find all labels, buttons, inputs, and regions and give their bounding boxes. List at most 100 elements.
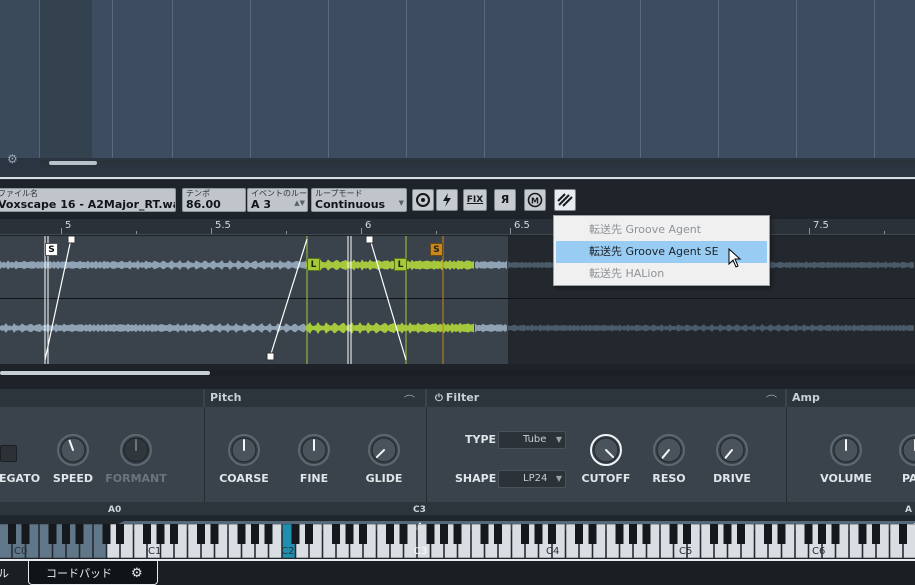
audition-button[interactable] (412, 189, 434, 211)
reverse-button[interactable]: Я (494, 189, 516, 211)
black-key[interactable] (291, 524, 300, 544)
arranger-scroll-thumb[interactable] (49, 161, 97, 165)
black-key[interactable] (332, 524, 340, 544)
black-key[interactable] (453, 524, 462, 544)
black-key[interactable] (899, 524, 907, 544)
black-key[interactable] (251, 524, 259, 544)
event-root-field[interactable]: イベントのルート A 3 ▲▼ (247, 188, 308, 212)
waveform-scroll-thumb[interactable] (0, 371, 210, 375)
black-key[interactable] (575, 524, 583, 544)
black-key[interactable] (480, 524, 489, 544)
black-key[interactable] (723, 524, 732, 544)
black-key[interactable] (156, 524, 165, 544)
black-key[interactable] (197, 524, 205, 544)
black-key[interactable] (48, 524, 57, 544)
time-ruler[interactable]: 5 5.5 6 6.5 7 7.5 (0, 219, 915, 235)
legato-toggle[interactable] (0, 445, 17, 462)
tab-sampler[interactable]: ル (0, 563, 9, 585)
black-key[interactable] (426, 524, 435, 544)
black-key[interactable] (548, 524, 556, 544)
filter-shape-select[interactable]: LP24 ▼ (498, 470, 566, 488)
black-key[interactable] (102, 524, 111, 544)
start-marker[interactable]: S (45, 243, 58, 256)
file-name-field[interactable]: ファイル名 Voxscape 16 - A2Major_RT.wav (0, 188, 176, 212)
black-key[interactable] (62, 524, 70, 544)
fade-handle[interactable] (67, 236, 76, 244)
black-key[interactable] (399, 524, 408, 544)
tab-chord-pad[interactable]: コードパッド (46, 563, 112, 585)
piano-keyboard[interactable]: C0 C1 C2 C3 C4 C5 C6 (0, 524, 915, 558)
fade-handle[interactable] (365, 236, 374, 244)
black-key[interactable] (237, 524, 246, 544)
gear-icon[interactable]: ⚙ (131, 563, 143, 585)
black-key[interactable] (831, 524, 840, 544)
musical-mode-button[interactable]: M (524, 189, 546, 211)
black-key[interactable] (629, 524, 637, 544)
black-key[interactable] (75, 524, 84, 544)
fade-curve[interactable] (269, 238, 308, 358)
black-key[interactable] (818, 524, 826, 544)
black-key[interactable] (534, 524, 543, 544)
fade-curve[interactable] (44, 238, 72, 361)
black-key[interactable] (210, 524, 219, 544)
black-key[interactable] (521, 524, 529, 544)
black-key[interactable] (737, 524, 745, 544)
range-mid-label: C3 (413, 505, 426, 515)
black-key[interactable] (710, 524, 718, 544)
black-key[interactable] (116, 524, 124, 544)
fix-button[interactable]: FIX (463, 189, 487, 211)
black-key[interactable] (858, 524, 867, 544)
key-range-strip[interactable] (0, 515, 915, 530)
spin-arrows-icon[interactable]: ▲▼ (294, 199, 305, 207)
fade-handle[interactable] (266, 352, 275, 361)
black-key[interactable] (440, 524, 448, 544)
chevron-down-icon[interactable]: ▼ (399, 199, 404, 207)
black-key[interactable] (494, 524, 502, 544)
black-key[interactable] (872, 524, 880, 544)
pan-knob[interactable] (898, 433, 915, 467)
black-key[interactable] (683, 524, 691, 544)
loop-start-marker[interactable]: L (394, 258, 407, 271)
black-key[interactable] (170, 524, 178, 544)
black-key[interactable] (386, 524, 394, 544)
black-key[interactable] (588, 524, 597, 544)
power-icon[interactable]: ⏻ (435, 393, 443, 404)
coarse-knob[interactable] (227, 433, 261, 467)
warp-button[interactable] (436, 189, 458, 211)
black-key[interactable] (669, 524, 678, 544)
black-key[interactable] (264, 524, 273, 544)
fine-knob[interactable] (297, 433, 331, 467)
glide-knob[interactable] (367, 433, 401, 467)
volume-knob[interactable] (829, 433, 863, 467)
black-key[interactable] (804, 524, 813, 544)
reso-knob[interactable] (652, 433, 686, 467)
transfer-button[interactable] (554, 189, 576, 211)
loop-start-marker[interactable]: L (307, 258, 320, 271)
arranger-grid[interactable] (92, 0, 915, 158)
end-marker[interactable]: S (430, 243, 443, 256)
formant-knob[interactable] (119, 433, 153, 467)
black-key[interactable] (359, 524, 367, 544)
zone-divider[interactable] (0, 177, 915, 179)
menu-item-groove-agent[interactable]: 転送先 Groove Agent (556, 219, 767, 241)
waveform-display[interactable]: S S L L (0, 236, 915, 364)
black-key[interactable] (777, 524, 786, 544)
drive-knob[interactable] (715, 433, 749, 467)
speed-knob[interactable] (56, 433, 90, 467)
pitch-envelope-icon[interactable]: ⌒ (404, 392, 415, 408)
black-key[interactable] (345, 524, 354, 544)
loop-mode-field[interactable]: ループモード Continuous ▼ (311, 188, 407, 212)
black-key[interactable] (642, 524, 651, 544)
black-key[interactable] (21, 524, 30, 544)
black-key[interactable] (615, 524, 624, 544)
filter-envelope-icon[interactable]: ⌒ (766, 392, 777, 408)
black-key[interactable] (143, 524, 151, 544)
black-key[interactable] (764, 524, 772, 544)
black-key[interactable] (305, 524, 313, 544)
filter-type-select[interactable]: Tube ▼ (498, 431, 566, 449)
gear-icon[interactable]: ⚙ (7, 152, 21, 166)
tempo-field[interactable]: テンポ 86.00 (182, 188, 246, 212)
black-key[interactable] (8, 524, 16, 544)
cutoff-knob[interactable] (589, 433, 623, 467)
arranger-scrollbar[interactable] (40, 160, 915, 166)
